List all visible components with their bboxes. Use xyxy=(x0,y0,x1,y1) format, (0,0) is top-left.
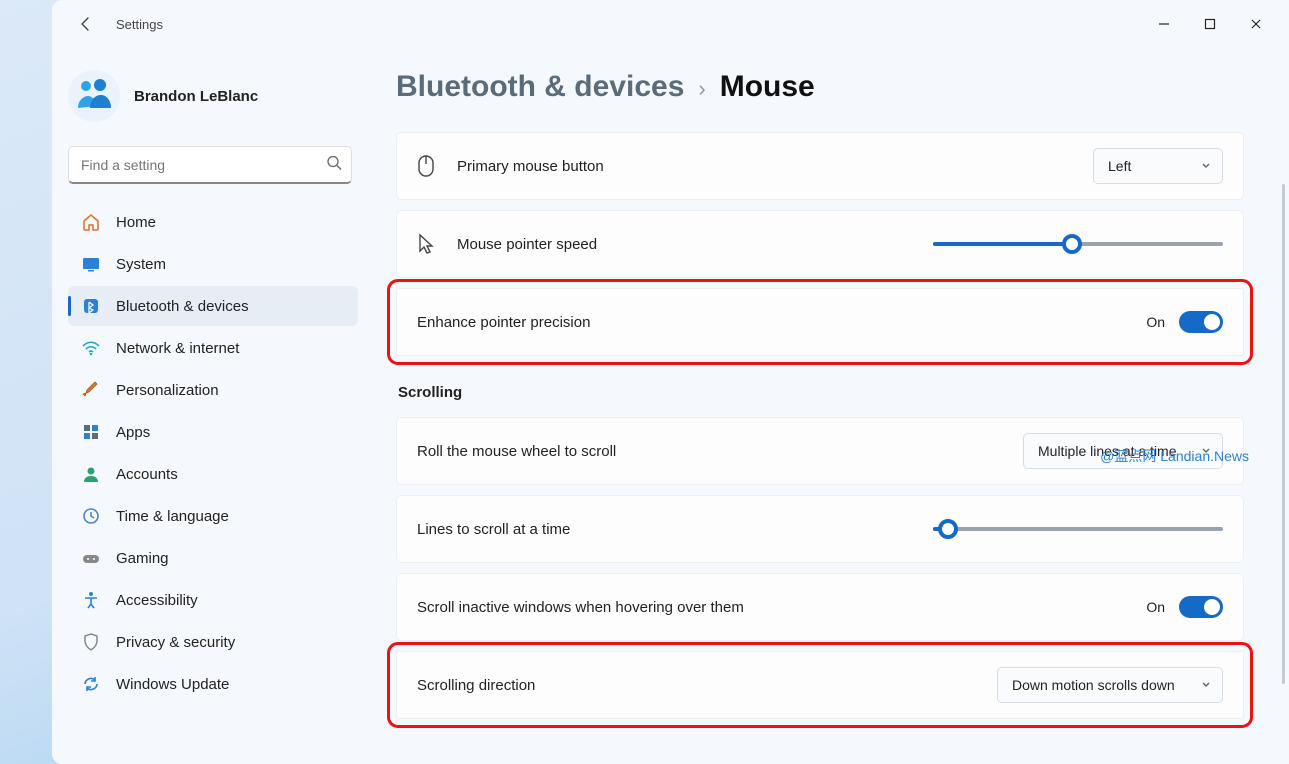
setting-label: Roll the mouse wheel to scroll xyxy=(417,443,1023,460)
sidebar-item-accounts[interactable]: Accounts xyxy=(68,454,358,494)
app-title: Settings xyxy=(116,17,163,32)
sidebar-item-network[interactable]: Network & internet xyxy=(68,328,358,368)
search-icon[interactable] xyxy=(326,155,342,176)
sidebar-item-label: Accessibility xyxy=(116,592,198,609)
sidebar: Brandon LeBlanc Home System xyxy=(52,48,368,764)
clock-icon xyxy=(80,505,102,527)
sidebar-item-gaming[interactable]: Gaming xyxy=(68,538,358,578)
setting-label: Scrolling direction xyxy=(417,677,997,694)
brush-icon xyxy=(80,379,102,401)
bluetooth-icon xyxy=(80,295,102,317)
sidebar-item-privacy[interactable]: Privacy & security xyxy=(68,622,358,662)
toggle-knob xyxy=(1204,314,1220,330)
system-icon xyxy=(80,253,102,275)
primary-button-dropdown[interactable]: Left xyxy=(1093,148,1223,184)
sidebar-item-label: Home xyxy=(116,214,156,231)
minimize-icon xyxy=(1158,18,1170,30)
sidebar-item-apps[interactable]: Apps xyxy=(68,412,358,452)
people-icon xyxy=(74,76,114,116)
user-name: Brandon LeBlanc xyxy=(134,88,258,105)
accessibility-icon xyxy=(80,589,102,611)
setting-scroll-inactive: Scroll inactive windows when hovering ov… xyxy=(396,573,1244,641)
sidebar-item-label: Gaming xyxy=(116,550,169,567)
scroll-direction-dropdown[interactable]: Down motion scrolls down xyxy=(997,667,1223,703)
dropdown-value: Left xyxy=(1108,158,1131,174)
sidebar-item-system[interactable]: System xyxy=(68,244,358,284)
sidebar-item-time[interactable]: Time & language xyxy=(68,496,358,536)
chevron-down-icon xyxy=(1200,677,1212,693)
maximize-icon xyxy=(1204,18,1216,30)
home-icon xyxy=(80,211,102,233)
toggle-state: On xyxy=(1146,314,1165,330)
window-controls xyxy=(1141,8,1279,40)
setting-scrolling-direction: Scrolling direction Down motion scrolls … xyxy=(396,651,1244,719)
breadcrumb-current: Mouse xyxy=(720,70,815,104)
lines-scroll-slider[interactable] xyxy=(933,519,1223,539)
sidebar-item-label: Windows Update xyxy=(116,676,229,693)
maximize-button[interactable] xyxy=(1187,8,1233,40)
cursor-icon xyxy=(417,233,445,255)
setting-label: Scroll inactive windows when hovering ov… xyxy=(417,599,1146,616)
breadcrumb-separator: › xyxy=(698,76,705,102)
breadcrumb-parent[interactable]: Bluetooth & devices xyxy=(396,70,684,104)
sidebar-item-accessibility[interactable]: Accessibility xyxy=(68,580,358,620)
slider-track xyxy=(933,527,1223,531)
slider-thumb[interactable] xyxy=(938,519,958,539)
enhance-precision-toggle[interactable] xyxy=(1179,311,1223,333)
sidebar-item-label: Personalization xyxy=(116,382,219,399)
apps-icon xyxy=(80,421,102,443)
setting-enhance-precision: Enhance pointer precision On xyxy=(396,288,1244,356)
section-scrolling: Scrolling xyxy=(396,366,1244,407)
setting-label: Primary mouse button xyxy=(457,158,1093,175)
setting-label: Enhance pointer precision xyxy=(417,314,1146,331)
user-row[interactable]: Brandon LeBlanc xyxy=(68,66,368,140)
setting-pointer-speed: Mouse pointer speed xyxy=(396,210,1244,278)
setting-lines-scroll: Lines to scroll at a time xyxy=(396,495,1244,563)
shield-icon xyxy=(80,631,102,653)
chevron-down-icon xyxy=(1200,158,1212,174)
search-input[interactable] xyxy=(68,146,352,184)
avatar xyxy=(68,70,120,122)
person-icon xyxy=(80,463,102,485)
sidebar-item-label: Privacy & security xyxy=(116,634,235,651)
sidebar-item-bluetooth[interactable]: Bluetooth & devices xyxy=(68,286,358,326)
setting-label: Lines to scroll at a time xyxy=(417,521,933,538)
settings-list: Primary mouse button Left Mouse pointer … xyxy=(396,132,1244,719)
update-icon xyxy=(80,673,102,695)
breadcrumb: Bluetooth & devices › Mouse xyxy=(396,70,1289,104)
sidebar-item-label: Accounts xyxy=(116,466,178,483)
arrow-left-icon xyxy=(78,16,94,32)
close-button[interactable] xyxy=(1233,8,1279,40)
sidebar-item-label: Bluetooth & devices xyxy=(116,298,249,315)
sidebar-item-label: Time & language xyxy=(116,508,229,525)
slider-thumb[interactable] xyxy=(1062,234,1082,254)
scroll-inactive-toggle[interactable] xyxy=(1179,596,1223,618)
watermark: @蓝点网 Landian.News xyxy=(1100,446,1249,466)
toggle-knob xyxy=(1204,599,1220,615)
content-area: Bluetooth & devices › Mouse Primary mous… xyxy=(368,48,1289,764)
minimize-button[interactable] xyxy=(1141,8,1187,40)
sidebar-item-label: System xyxy=(116,256,166,273)
sidebar-item-label: Network & internet xyxy=(116,340,239,357)
settings-window: Settings xyxy=(52,0,1289,764)
pointer-speed-slider[interactable] xyxy=(933,234,1223,254)
search-box xyxy=(68,146,352,184)
slider-fill xyxy=(933,242,1072,246)
sidebar-item-label: Apps xyxy=(116,424,150,441)
toggle-state: On xyxy=(1146,599,1165,615)
close-icon xyxy=(1250,18,1262,30)
sidebar-item-personalization[interactable]: Personalization xyxy=(68,370,358,410)
dropdown-value: Down motion scrolls down xyxy=(1012,677,1175,693)
nav-list: Home System Bluetooth & devices Network … xyxy=(68,202,368,704)
sidebar-item-home[interactable]: Home xyxy=(68,202,358,242)
scrollbar-thumb[interactable] xyxy=(1282,184,1285,684)
setting-label: Mouse pointer speed xyxy=(457,236,933,253)
mouse-icon xyxy=(417,154,445,178)
sidebar-item-update[interactable]: Windows Update xyxy=(68,664,358,704)
titlebar: Settings xyxy=(52,0,1289,48)
setting-primary-mouse-button: Primary mouse button Left xyxy=(396,132,1244,200)
wifi-icon xyxy=(80,337,102,359)
gamepad-icon xyxy=(80,547,102,569)
back-button[interactable] xyxy=(70,8,102,40)
